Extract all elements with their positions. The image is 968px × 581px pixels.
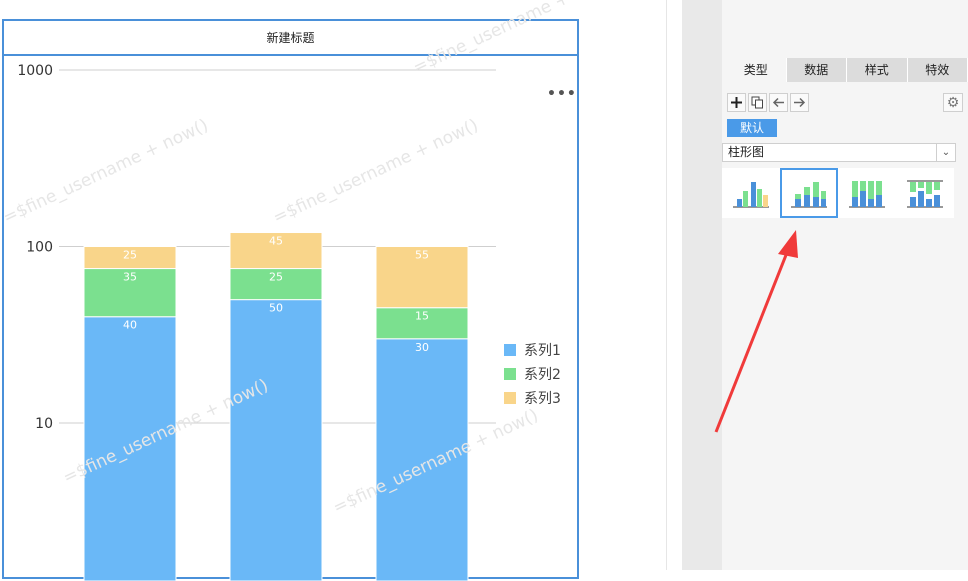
red-arrow-annotation <box>0 0 968 570</box>
